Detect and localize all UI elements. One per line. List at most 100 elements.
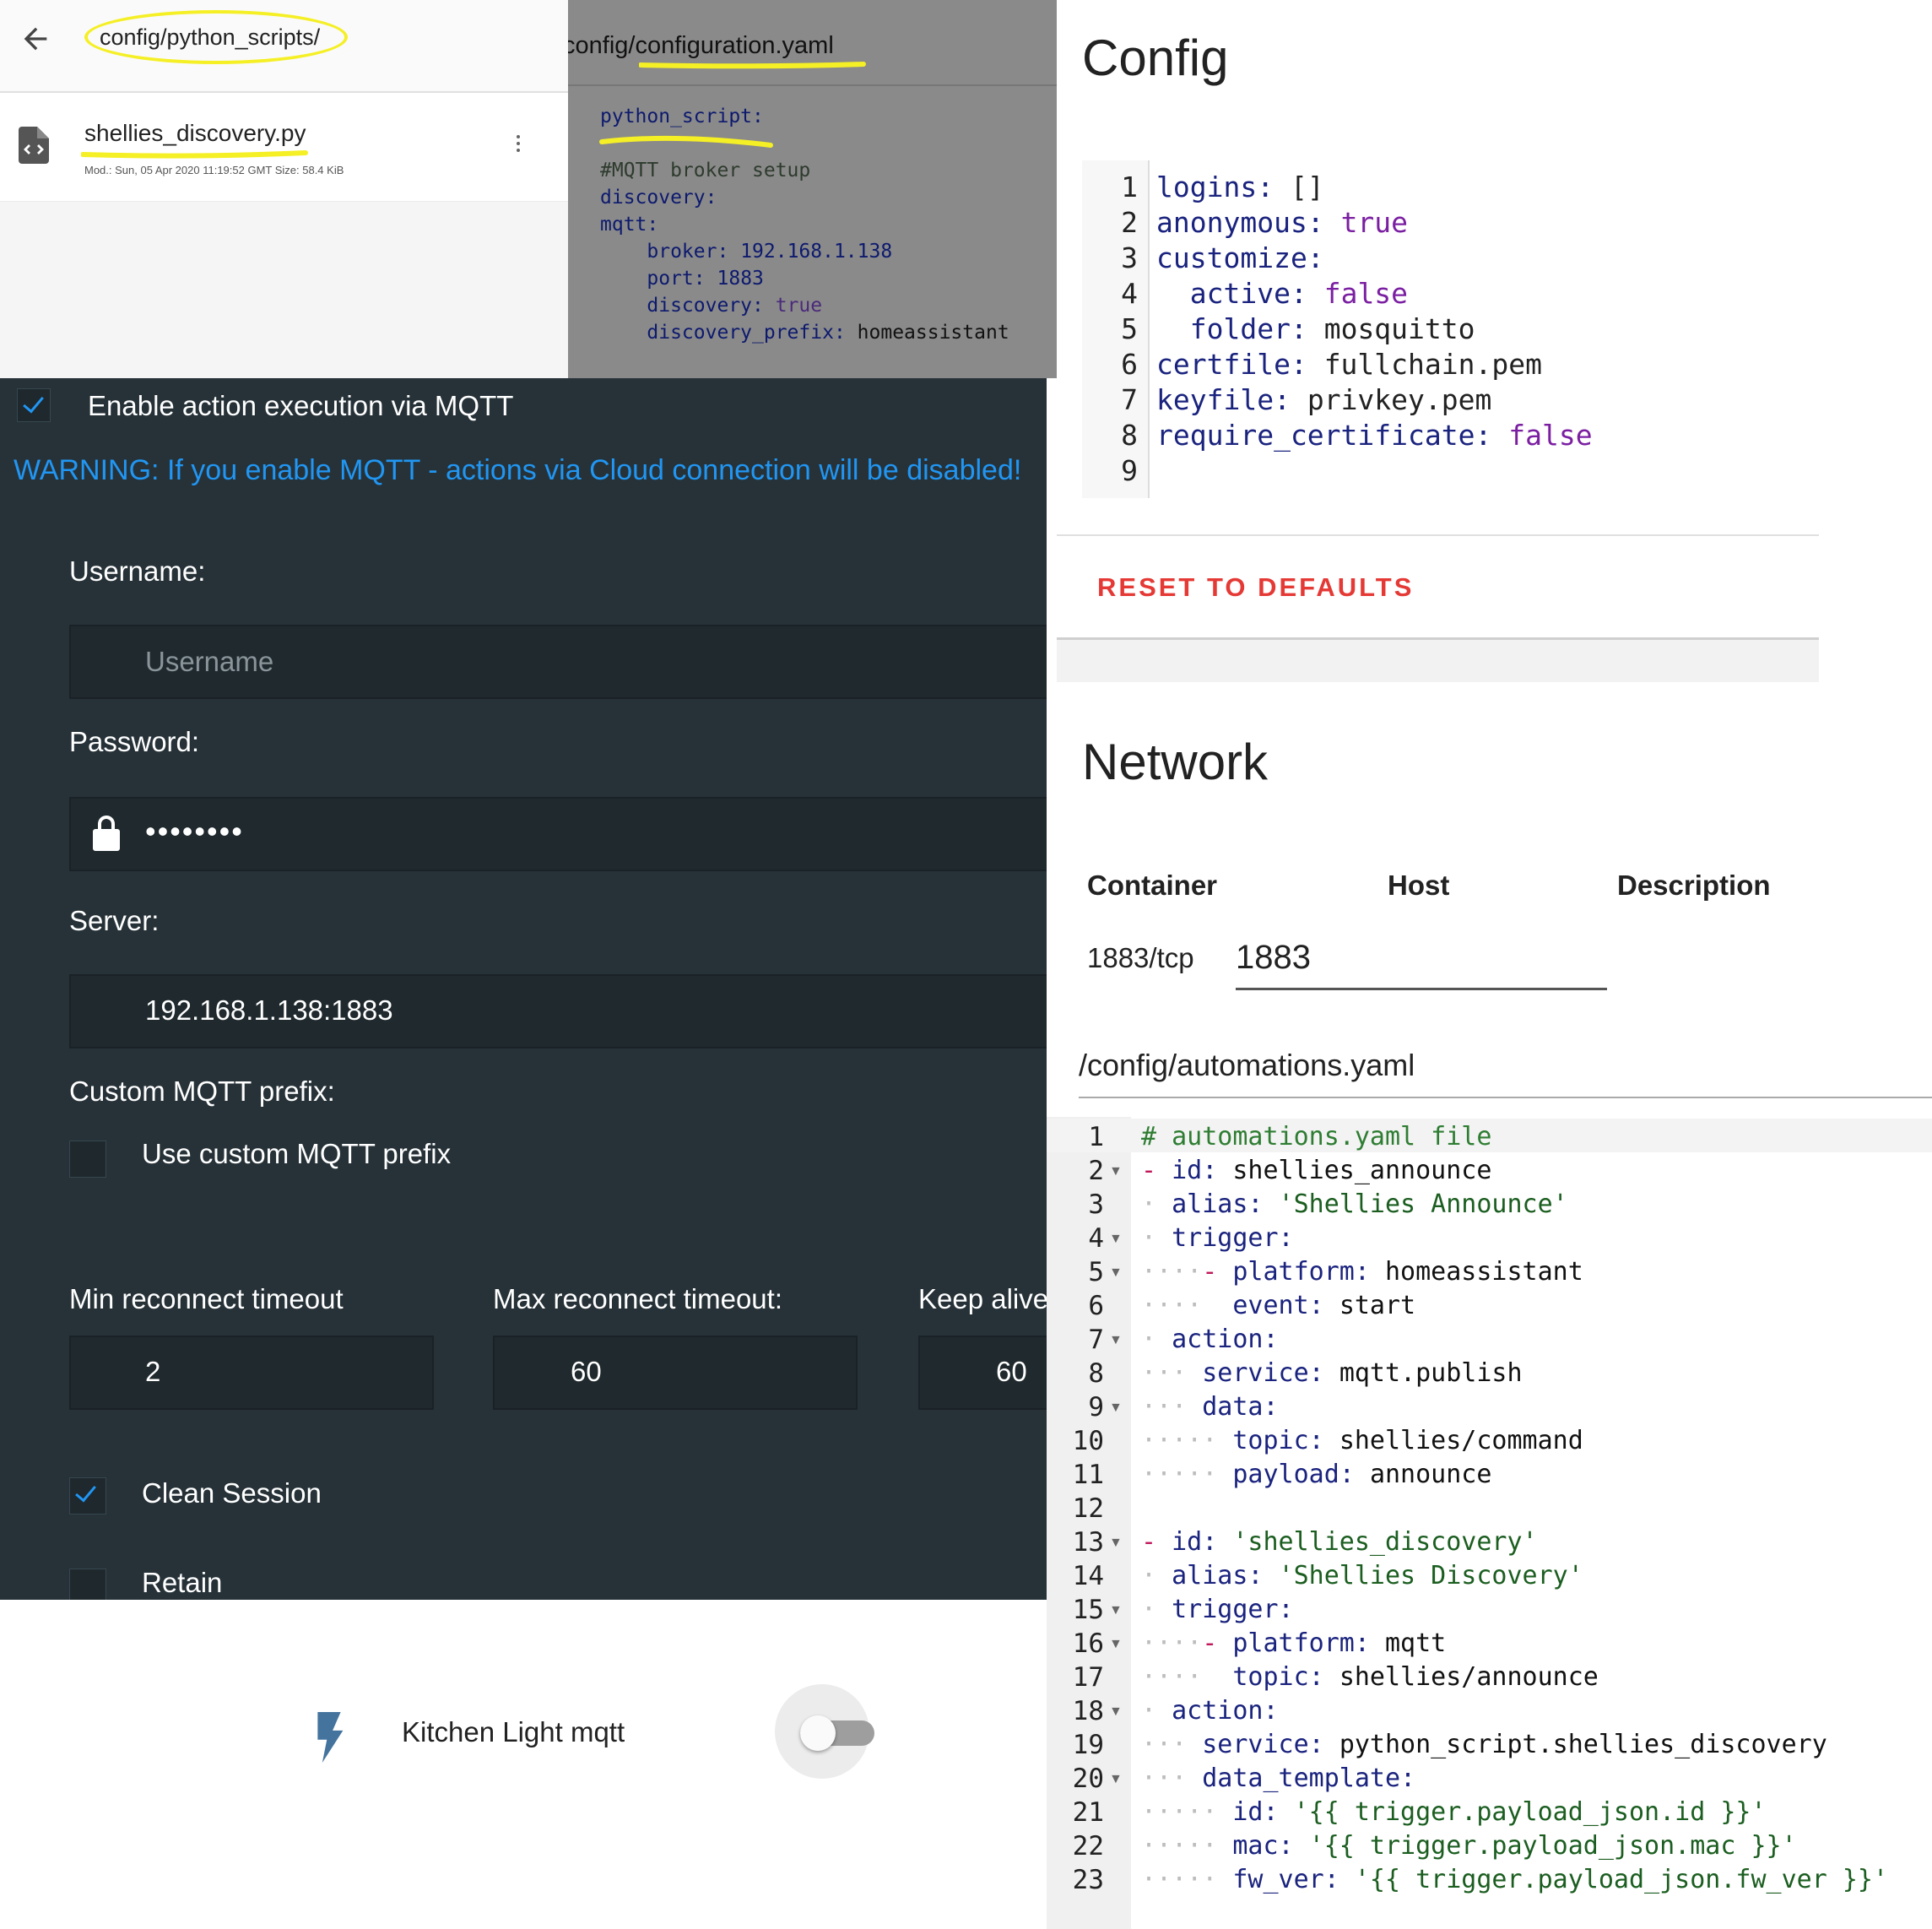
code-key: discovery_prefix: xyxy=(647,322,846,344)
code-value: shellies_announce xyxy=(1232,1156,1492,1185)
line-number: 15 xyxy=(1072,1595,1104,1625)
host-port-input[interactable] xyxy=(1236,927,1607,990)
code-value: python_script.shellies_discovery xyxy=(1339,1730,1827,1759)
code-value: fullchain.pem xyxy=(1323,348,1542,381)
code-key: action: xyxy=(1172,1325,1279,1354)
min-reconnect-value: 2 xyxy=(145,1356,161,1387)
code-value: 'shellies_discovery' xyxy=(1232,1527,1538,1557)
fold-arrow-icon[interactable]: ▼ xyxy=(1109,1637,1123,1652)
line-number: 9 xyxy=(1121,454,1138,487)
code-key: id: xyxy=(1172,1156,1218,1185)
password-value: •••••••• xyxy=(145,814,244,848)
line-number: 17 xyxy=(1072,1662,1104,1693)
more-vert-icon[interactable] xyxy=(510,132,527,160)
server-label: Server: xyxy=(69,905,160,936)
toggle-switch[interactable] xyxy=(800,1715,836,1751)
code-value: privkey.pem xyxy=(1307,383,1492,416)
code-key: folder: xyxy=(1189,312,1307,345)
code-comment: # automations.yaml file xyxy=(1141,1122,1492,1151)
retain-checkbox[interactable] xyxy=(69,1569,106,1600)
code-value: true xyxy=(1340,206,1409,239)
code-key: broker: xyxy=(647,241,729,263)
enable-mqtt-label: Enable action execution via MQTT xyxy=(88,390,514,421)
code-key: platform: xyxy=(1232,1257,1370,1287)
configuration-yaml-panel: config/configuration.yaml python_script:… xyxy=(568,0,1057,378)
code-key: alias: xyxy=(1172,1561,1264,1590)
code-line: ··· data: xyxy=(1141,1392,1279,1422)
enable-mqtt-checkbox[interactable] xyxy=(17,388,51,422)
code-line: mqtt: xyxy=(600,214,659,236)
code-line: # automations.yaml file xyxy=(1141,1122,1491,1151)
file-row[interactable]: shellies_discovery.py Mod.: Sun, 05 Apr … xyxy=(0,93,568,202)
file-meta: Mod.: Sun, 05 Apr 2020 11:19:52 GMT Size… xyxy=(84,164,344,176)
clean-session-checkbox[interactable] xyxy=(69,1477,106,1514)
line-number: 6 xyxy=(1088,1291,1104,1321)
fold-arrow-icon[interactable]: ▼ xyxy=(1109,1401,1123,1416)
max-reconnect-input[interactable]: 60 xyxy=(493,1336,858,1410)
code-line: ····· topic: shellies/command xyxy=(1141,1426,1583,1455)
min-reconnect-input[interactable]: 2 xyxy=(69,1336,434,1410)
code-line: require_certificate: false xyxy=(1156,419,1593,452)
mqtt-settings-panel: Enable action execution via MQTT WARNING… xyxy=(0,378,1047,1600)
line-number: 6 xyxy=(1121,348,1138,381)
line-number: 8 xyxy=(1088,1358,1104,1389)
column-header-host: Host xyxy=(1388,870,1450,901)
fold-arrow-icon[interactable]: ▼ xyxy=(1109,1265,1123,1281)
username-input[interactable] xyxy=(145,626,820,697)
reset-defaults-button[interactable]: RESET TO DEFAULTS xyxy=(1097,572,1414,603)
retain-label: Retain xyxy=(142,1567,223,1598)
line-number: 5 xyxy=(1088,1257,1104,1287)
password-field[interactable]: •••••••• xyxy=(69,797,1047,871)
editor-gutter xyxy=(568,100,593,378)
code-file-icon xyxy=(19,127,49,164)
keep-alive-label: Keep alive xyxy=(918,1283,1047,1314)
code-value: shellies/command xyxy=(1339,1426,1583,1455)
code-key: customize: xyxy=(1156,241,1324,274)
code-key: port: xyxy=(647,268,706,290)
fold-arrow-icon[interactable]: ▼ xyxy=(1109,1333,1123,1348)
line-number: 14 xyxy=(1072,1561,1104,1591)
editor-file-title: config/configuration.yaml xyxy=(568,32,834,59)
code-value: 192.168.1.138 xyxy=(740,241,893,263)
config-card: Config 1 2 3 4 5 6 7 8 9 logins: [] anon… xyxy=(1057,0,1932,682)
fold-arrow-icon[interactable]: ▼ xyxy=(1109,1164,1123,1179)
code-value: homeassistant xyxy=(1385,1257,1583,1287)
line-number: 7 xyxy=(1121,383,1138,416)
code-line: active: false xyxy=(1156,277,1408,310)
line-number: 21 xyxy=(1072,1797,1104,1828)
line-highlight xyxy=(599,135,773,148)
use-prefix-label: Use custom MQTT prefix xyxy=(142,1138,452,1169)
code-key: certfile: xyxy=(1156,348,1307,381)
column-header-description: Description xyxy=(1617,870,1771,901)
config-editor[interactable]: 1 2 3 4 5 6 7 8 9 logins: [] anonymous: … xyxy=(1082,160,1740,498)
automations-yaml-panel: /config/automations.yaml 1 2 3 4 5 6 7 8… xyxy=(1047,1016,1932,1929)
line-number: 2 xyxy=(1088,1156,1104,1186)
fold-arrow-icon[interactable]: ▼ xyxy=(1109,1772,1123,1787)
back-arrow-icon[interactable] xyxy=(19,22,52,56)
line-number: 23 xyxy=(1072,1865,1104,1895)
code-value: true xyxy=(775,295,823,317)
username-field xyxy=(69,625,1047,699)
fold-arrow-icon[interactable]: ▼ xyxy=(1109,1536,1123,1551)
code-line: ··· data_template: xyxy=(1141,1764,1416,1793)
code-line: anonymous: true xyxy=(1156,206,1408,239)
code-line: ····- platform: homeassistant xyxy=(1141,1257,1583,1287)
fold-arrow-icon[interactable]: ▼ xyxy=(1109,1603,1123,1618)
code-key: payload: xyxy=(1232,1460,1355,1489)
title-highlight xyxy=(639,62,866,69)
code-value: homeassistant xyxy=(857,322,1009,344)
code-value: false xyxy=(1508,419,1593,452)
code-key: platform: xyxy=(1232,1628,1370,1658)
code-line: · action: xyxy=(1141,1696,1279,1726)
fold-arrow-icon[interactable]: ▼ xyxy=(1109,1704,1123,1720)
custom-prefix-label: Custom MQTT prefix: xyxy=(69,1076,335,1107)
entity-name: Kitchen Light mqtt xyxy=(402,1716,625,1747)
file-name[interactable]: shellies_discovery.py xyxy=(84,120,306,147)
network-title: Network xyxy=(1082,734,1269,790)
server-field[interactable]: 192.168.1.138:1883 xyxy=(69,974,1047,1048)
code-value: mosquitto xyxy=(1323,312,1475,345)
fold-arrow-icon[interactable]: ▼ xyxy=(1109,1232,1123,1247)
keep-alive-input[interactable]: 60 xyxy=(918,1336,1047,1410)
use-prefix-checkbox[interactable] xyxy=(69,1141,106,1178)
code-line: discovery: xyxy=(600,187,717,209)
